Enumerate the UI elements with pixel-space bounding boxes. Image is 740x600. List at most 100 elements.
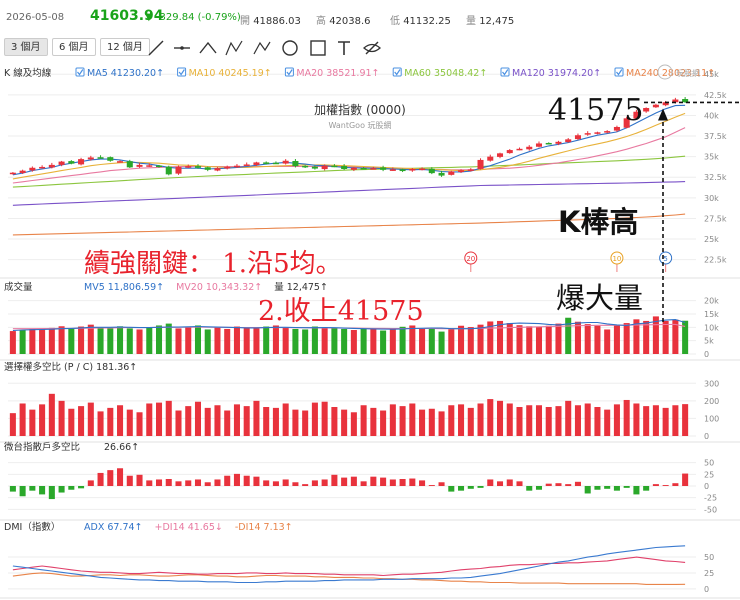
period-3m-button[interactable]: 3 個月 <box>4 38 48 56</box>
dmi-legend-1-name: +DI14 <box>155 522 188 533</box>
pc-bar <box>389 404 396 436</box>
volume-bar <box>662 320 669 354</box>
retail-bar <box>292 482 299 486</box>
down-triangle-icon: ▼ <box>145 12 156 23</box>
pc-bar <box>48 393 55 436</box>
candle-body <box>438 172 445 176</box>
candle-body <box>204 167 211 170</box>
pc-bar <box>243 406 250 436</box>
volume-panel-y-tick: 20k <box>704 297 719 306</box>
pc-bar <box>155 402 163 436</box>
retail-bar <box>535 486 543 490</box>
ma-legend-name: MA240 <box>626 68 662 79</box>
candle-body <box>565 139 572 143</box>
candle-body <box>87 157 94 160</box>
circle-tool-icon[interactable] <box>280 38 300 58</box>
retail-bar <box>477 486 484 488</box>
pc-bar <box>321 401 328 436</box>
volume-bar <box>204 329 211 354</box>
dmi-legend-2-value: 7.13↑ <box>264 522 293 533</box>
volume-bar <box>360 328 367 354</box>
horizontal-line-tool-icon[interactable] <box>172 38 192 58</box>
candle-body <box>146 165 153 167</box>
volume-bar <box>87 324 94 354</box>
dmi-legend: ADX 67.74↑ +DI14 41.65↓ -DI14 7.13↑ <box>84 522 293 533</box>
candle-body <box>9 172 16 175</box>
chart-subtitle: WantGoo 玩股網 <box>328 120 391 130</box>
pc-bar <box>19 403 26 436</box>
retail-bar <box>409 478 416 486</box>
retail-bar <box>272 481 279 486</box>
pc-bar <box>584 403 591 436</box>
wantgoo-logo-text: 玩股網 <box>676 68 700 78</box>
retail-bar <box>438 482 445 486</box>
quote-volume: 量 12,475 <box>466 12 514 27</box>
candle-body <box>292 161 299 167</box>
volume-legend-2-value: 12,475↑ <box>287 282 328 293</box>
candle-body <box>652 104 659 108</box>
ma-legend-item: MA120 31974.20↑ <box>512 68 601 79</box>
ma-legend-item: MA5 41230.20↑ <box>87 68 164 79</box>
pc-bar <box>516 407 523 436</box>
candle-body <box>535 143 543 147</box>
retail-bar <box>350 476 357 486</box>
period-12m-button[interactable]: 12 個月 <box>100 38 150 56</box>
volume-bar <box>389 329 396 354</box>
volume-title: 成交量 <box>4 281 33 293</box>
quote-open-value: 41886.03 <box>253 16 301 27</box>
volume-bar <box>117 326 124 354</box>
retail-bar <box>302 484 309 486</box>
retail-bar <box>97 472 104 486</box>
text-tool-icon[interactable] <box>334 38 354 58</box>
abcd-pattern-tool-icon[interactable] <box>224 38 244 58</box>
retail-bar <box>126 475 133 486</box>
candle-body <box>29 167 36 171</box>
pc-bar <box>487 399 494 436</box>
candle-body <box>48 164 55 168</box>
pc-bar <box>214 405 221 436</box>
polyline-tool-icon[interactable] <box>198 38 218 58</box>
candle-body <box>194 166 202 168</box>
pc-bar <box>78 406 85 436</box>
volume-bar <box>224 328 231 354</box>
volume-panel-y-tick: 15k <box>704 310 719 319</box>
pc-bar <box>117 405 124 436</box>
volume-legend-1-name: MV20 <box>176 282 206 293</box>
pc-bar <box>496 400 504 436</box>
candle-body <box>341 166 348 169</box>
candle-body <box>350 167 357 170</box>
pc-bar <box>360 405 367 436</box>
pc-panel-y-tick: 100 <box>704 414 719 423</box>
candle-body <box>175 166 182 174</box>
retail-panel-y-tick: -25 <box>704 494 717 503</box>
volume-bar <box>292 328 299 354</box>
retail-bar <box>243 475 250 486</box>
retail-bar <box>87 480 94 486</box>
period-6m-button[interactable]: 6 個月 <box>52 38 96 56</box>
ma-legend-name: MA120 <box>512 68 548 79</box>
retail-bar <box>136 474 143 486</box>
hide-drawings-icon[interactable] <box>362 38 382 58</box>
abc-pattern-tool-icon[interactable] <box>252 38 272 58</box>
volume-panel-y-tick: 0 <box>704 350 709 359</box>
quote-change-value: -329.84 (-0.79%) <box>155 12 241 23</box>
retail-bar <box>672 483 679 486</box>
pc-bar <box>272 407 279 436</box>
rectangle-tool-icon[interactable] <box>308 38 328 58</box>
price-panel-y-tick: 27.5k <box>704 214 727 223</box>
ma-legend-value: 40245.19↑ <box>218 68 271 79</box>
retail-bar <box>516 481 523 486</box>
pc-bar <box>545 407 552 436</box>
candle-body <box>360 168 367 170</box>
retail-bar <box>263 480 270 486</box>
line-tool-icon[interactable] <box>146 38 166 58</box>
pc-bar <box>682 404 689 436</box>
pc-bar <box>87 402 94 436</box>
retail-bar <box>39 486 46 495</box>
candle-body <box>604 131 611 133</box>
volume-bar <box>555 323 562 354</box>
retail-bar <box>282 479 289 486</box>
volume-legend: MV5 11,806.59↑ MV20 10,343.32↑ 量 12,475↑ <box>84 282 328 293</box>
pc-bar <box>565 400 572 436</box>
volume-bar <box>341 328 348 354</box>
